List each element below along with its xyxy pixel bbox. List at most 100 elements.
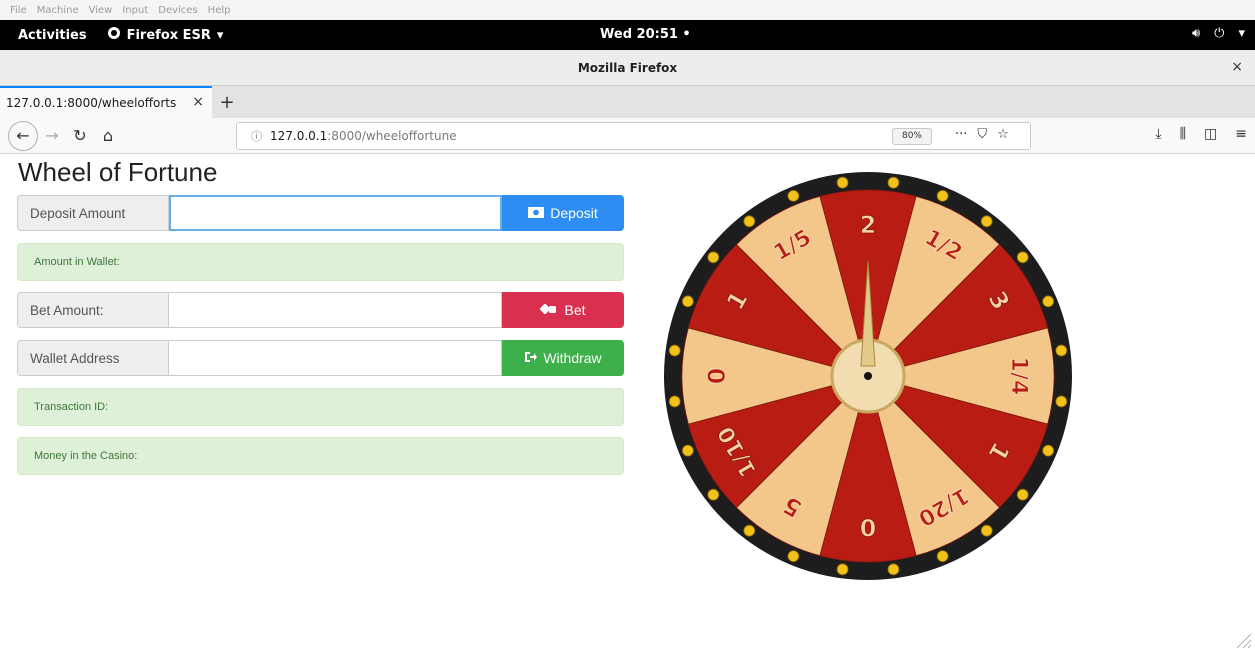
rim-bulb <box>743 215 756 228</box>
rim-bulb <box>787 189 800 202</box>
rim-bulb <box>1042 295 1055 308</box>
tab-label: 127.0.0.1:8000/wheelofforts <box>6 96 177 110</box>
withdraw-row: Wallet Address Withdraw <box>17 340 624 376</box>
app-menu-label: Firefox ESR <box>126 27 211 43</box>
rim-bulb <box>1042 444 1055 457</box>
bet-button[interactable]: Bet <box>502 292 624 328</box>
vm-menu-view[interactable]: View <box>89 5 113 16</box>
vm-menu-devices[interactable]: Devices <box>158 5 197 16</box>
withdraw-button-label: Withdraw <box>543 350 602 366</box>
transaction-id-text: Transaction ID: <box>34 401 109 413</box>
bet-button-label: Bet <box>564 302 586 318</box>
window-close-button[interactable]: × <box>1231 59 1243 75</box>
rim-bulb <box>707 251 720 264</box>
bookmark-star-icon[interactable]: ☆ <box>997 127 1009 142</box>
page-content: Wheel of Fortune Deposit Amount Deposit … <box>0 155 1255 652</box>
tab-bar: 127.0.0.1:8000/wheelofforts × + <box>0 86 1255 118</box>
home-icon: ⌂ <box>102 126 114 145</box>
wallet-address-label: Wallet Address <box>17 340 169 376</box>
resize-grip-icon[interactable] <box>1235 632 1253 650</box>
wheel-center-dot <box>864 372 872 380</box>
wheel-segment-label: 1/4 <box>1006 357 1031 396</box>
wallet-amount-text: Amount in Wallet: <box>34 256 120 268</box>
vm-menu-help[interactable]: Help <box>208 5 231 16</box>
rim-bulb <box>668 395 681 408</box>
page-title: Wheel of Fortune <box>18 157 218 187</box>
window-title: Mozilla Firefox <box>577 60 678 75</box>
rim-bulb <box>743 524 756 537</box>
page-actions-menu-icon[interactable]: ··· <box>955 127 967 142</box>
rim-bulb <box>1016 488 1029 501</box>
withdraw-button[interactable]: Withdraw <box>502 340 624 376</box>
reload-button[interactable]: ↻ <box>66 122 94 150</box>
bet-row: Bet Amount: Bet <box>17 292 624 328</box>
hamburger-menu-icon[interactable]: ≡ <box>1235 126 1247 142</box>
deposit-amount-label: Deposit Amount <box>17 195 169 231</box>
url-path: :8000/wheeloffortune <box>327 129 457 143</box>
rim-bulb <box>707 488 720 501</box>
wallet-address-input[interactable] <box>169 340 502 376</box>
reload-icon: ↻ <box>73 126 87 145</box>
back-button[interactable]: ← <box>8 120 38 151</box>
vm-menu-machine[interactable]: Machine <box>37 5 79 16</box>
rim-bulb <box>681 295 694 308</box>
rim-bulb <box>836 563 849 576</box>
gnome-top-bar: Activities Firefox ESR ▾ Wed 20:51 • 🔊︎ … <box>0 20 1255 50</box>
clock[interactable]: Wed 20:51 • <box>600 27 691 42</box>
deposit-row: Deposit Amount Deposit <box>17 195 624 231</box>
tab-close-button[interactable]: × <box>192 94 204 110</box>
volume-icon: 🔊︎ <box>1191 26 1201 41</box>
system-tray[interactable]: 🔊︎ ⏻ ▾ <box>1192 26 1245 41</box>
casino-money-text: Money in the Casino: <box>34 450 138 462</box>
zoom-indicator[interactable]: 80% <box>892 128 932 145</box>
activities-button[interactable]: Activities <box>18 28 87 43</box>
rim-bulb <box>1055 395 1068 408</box>
window-titlebar: Mozilla Firefox × <box>0 50 1255 86</box>
wallet-amount-alert: Amount in Wallet: <box>17 243 624 281</box>
rim-bulb <box>936 550 949 563</box>
chevron-down-icon: ▾ <box>1238 26 1245 41</box>
rim-bulb <box>887 176 900 189</box>
chevron-down-icon: ▾ <box>216 27 224 43</box>
bet-amount-input[interactable] <box>169 292 502 328</box>
dice-icon <box>540 302 558 318</box>
firefox-icon <box>107 26 121 44</box>
downloads-icon[interactable]: ⤓ <box>1155 126 1161 142</box>
forward-arrow-icon: → <box>45 126 59 145</box>
pocket-icon[interactable]: ⛉ <box>977 127 987 142</box>
sign-out-icon <box>524 350 538 366</box>
info-icon[interactable]: ⓘ <box>251 128 262 144</box>
casino-money-alert: Money in the Casino: <box>17 437 624 475</box>
rim-bulb <box>980 215 993 228</box>
forward-button[interactable]: → <box>38 122 66 150</box>
home-button[interactable]: ⌂ <box>94 122 122 150</box>
tab-wheeloffortune[interactable]: 127.0.0.1:8000/wheelofforts × <box>0 86 212 118</box>
rim-bulb <box>936 189 949 202</box>
library-icon[interactable]: ⫼ <box>1180 126 1186 142</box>
rim-bulb <box>887 563 900 576</box>
rim-bulb <box>787 550 800 563</box>
wheel-graphic: 21/231/411/20051/10011/5 <box>664 172 1072 580</box>
clock-label: Wed 20:51 <box>600 27 678 42</box>
deposit-amount-input[interactable] <box>169 195 502 231</box>
vm-menu-file[interactable]: File <box>10 5 27 16</box>
rim-bulb <box>1055 344 1068 357</box>
new-tab-button[interactable]: + <box>212 86 242 118</box>
rim-bulb <box>836 176 849 189</box>
bet-amount-label: Bet Amount: <box>17 292 169 328</box>
money-icon <box>528 205 545 221</box>
nav-toolbar: ← → ↻ ⌂ ⓘ 127.0.0.1:8000/wheeloffortune … <box>0 118 1255 154</box>
deposit-button[interactable]: Deposit <box>502 195 624 231</box>
back-arrow-icon: ← <box>16 126 30 145</box>
url-bar[interactable]: ⓘ 127.0.0.1:8000/wheeloffortune 80% ··· … <box>236 122 1031 150</box>
url-host: 127.0.0.1 <box>270 129 328 143</box>
vm-menu-input[interactable]: Input <box>122 5 148 16</box>
rim-bulb <box>681 444 694 457</box>
wheel-segment-label: 2 <box>860 211 877 239</box>
vm-menubar: File Machine View Input Devices Help <box>0 0 1255 20</box>
app-menu[interactable]: Firefox ESR ▾ <box>107 26 224 44</box>
fortune-wheel[interactable]: 2 1/2 3 1/4 1 1/20 0 5 1/10 0 1 1/5 <box>662 170 1074 582</box>
wheel-segment-label: 0 <box>703 368 731 385</box>
wheel-segment-label: 0 <box>860 513 877 541</box>
sidebar-icon[interactable]: ◫ <box>1204 126 1217 142</box>
